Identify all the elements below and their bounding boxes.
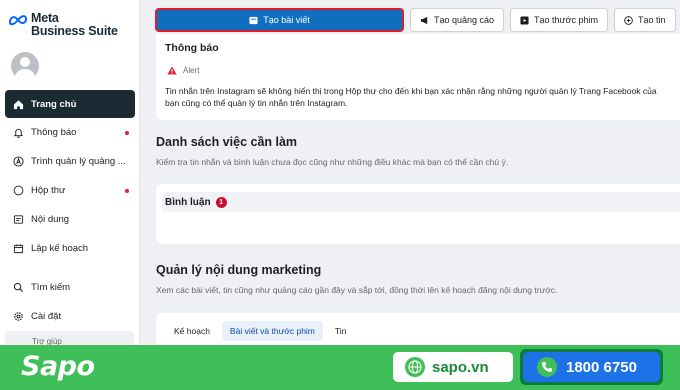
sapo-banner: Sapo sapo.vn 1800 6750 xyxy=(0,345,680,390)
sidebar-item-settings[interactable]: Cài đặt xyxy=(0,302,140,331)
content-icon xyxy=(13,214,24,225)
create-ad-button[interactable]: Tạo quảng cáo xyxy=(410,8,505,32)
unread-dot xyxy=(125,189,129,193)
post-icon xyxy=(249,16,258,24)
create-reel-label: Tạo thước phim xyxy=(534,15,598,25)
marketing-title: Quản lý nội dung marketing xyxy=(156,263,322,277)
todo-title: Danh sách việc cần làm xyxy=(156,135,298,149)
sidebar-nav: Trang chủ Thông báo Trình quản lý quảng … xyxy=(0,90,140,331)
website-text: sapo.vn xyxy=(432,358,489,376)
avatar[interactable] xyxy=(11,52,39,80)
tab-posts-and-reels[interactable]: Bài viết và thước phim xyxy=(221,321,323,341)
phone-icon xyxy=(537,357,557,377)
sidebar-item-label: Thông báo xyxy=(31,127,77,138)
sidebar-item-label: Cài đặt xyxy=(31,311,62,322)
comments-count-badge: 1 xyxy=(215,196,227,208)
notification-card: Thông báo Alert Tin nhắn trên Instagram … xyxy=(156,34,680,120)
todo-subtitle: Kiểm tra tin nhắn và bình luận chưa đọc … xyxy=(156,157,509,167)
sidebar-item-label: Nội dung xyxy=(31,214,70,225)
create-story-button[interactable]: Tạo tin xyxy=(614,8,676,32)
ads-manager-icon xyxy=(13,156,24,167)
sidebar-item-search[interactable]: Tìm kiếm xyxy=(0,273,140,302)
tab-stories[interactable]: Tin xyxy=(327,321,355,341)
calendar-icon xyxy=(13,243,24,254)
alert-row: Alert xyxy=(167,66,199,75)
marketing-subtitle: Xem các bài viết, tin cũng như quảng cáo… xyxy=(156,285,558,295)
hotline-pill[interactable]: 1800 6750 xyxy=(520,349,663,385)
sidebar-item-ads-manager[interactable]: Trình quản lý quảng ... xyxy=(0,147,140,176)
globe-icon xyxy=(405,357,425,377)
notification-body: Tin nhắn trên Instagram sẽ không hiển th… xyxy=(165,86,657,108)
sidebar-item-home[interactable]: Trang chủ xyxy=(5,90,135,118)
sidebar-item-inbox[interactable]: Hộp thư xyxy=(0,176,140,205)
megaphone-icon xyxy=(420,16,428,24)
notification-title: Thông báo xyxy=(165,42,219,54)
tab-planner[interactable]: Kế hoạch xyxy=(166,321,218,341)
alert-label: Alert xyxy=(183,66,200,75)
sidebar-item-label: Tìm kiếm xyxy=(31,282,71,293)
sidebar: Meta Business Suite Trang chủ Thông báo … xyxy=(0,0,140,346)
sidebar-item-label: Trang chủ xyxy=(31,98,77,110)
main-content: Thông báo Alert Tin nhắn trên Instagram … xyxy=(140,34,680,345)
bell-icon xyxy=(13,127,24,138)
create-story-label: Tạo tin xyxy=(638,15,666,25)
search-icon xyxy=(13,282,24,293)
warning-icon xyxy=(167,66,177,75)
story-icon xyxy=(624,15,633,25)
reel-icon xyxy=(520,15,529,25)
create-reel-button[interactable]: Tạo thước phim xyxy=(510,8,608,32)
logo-text-business-suite: Business Suite xyxy=(31,24,118,38)
unread-dot xyxy=(125,131,129,135)
gear-icon xyxy=(13,311,24,322)
create-post-label: Tạo bài viết xyxy=(263,15,310,25)
sidebar-item-label: Hộp thư xyxy=(31,185,66,196)
chat-bubble-icon xyxy=(13,185,24,196)
marketing-tabs: Kế hoạch Bài viết và thước phim Tin xyxy=(166,321,354,341)
sidebar-divider xyxy=(0,263,140,273)
marketing-tabs-card: Kế hoạch Bài viết và thước phim Tin xyxy=(156,313,680,345)
create-ad-label: Tạo quảng cáo xyxy=(434,15,495,25)
sidebar-item-notifications[interactable]: Thông báo xyxy=(0,118,140,147)
create-toolbar: Tạo bài viết Tạo quảng cáo Tạo thước phi… xyxy=(150,8,676,34)
create-post-button[interactable]: Tạo bài viết xyxy=(155,8,404,32)
comments-label: Bình luận xyxy=(165,196,211,208)
sidebar-item-help[interactable]: Trợ giúp xyxy=(5,331,134,346)
hotline-number: 1800 6750 xyxy=(566,358,637,376)
home-icon xyxy=(13,99,24,110)
website-pill[interactable]: sapo.vn xyxy=(393,352,513,382)
sidebar-item-label: Lập kế hoạch xyxy=(31,243,89,254)
comments-row[interactable]: Bình luận 1 xyxy=(162,192,680,212)
sapo-logo: Sapo xyxy=(21,351,95,382)
sidebar-item-label: Trình quản lý quảng ... xyxy=(31,156,126,167)
comments-card: Bình luận 1 xyxy=(156,184,680,244)
sidebar-item-content[interactable]: Nội dung xyxy=(0,205,140,234)
meta-logo-icon xyxy=(8,15,28,26)
meta-business-suite-logo[interactable]: Meta Business Suite xyxy=(8,12,118,38)
sidebar-item-planner[interactable]: Lập kế hoạch xyxy=(0,234,140,263)
